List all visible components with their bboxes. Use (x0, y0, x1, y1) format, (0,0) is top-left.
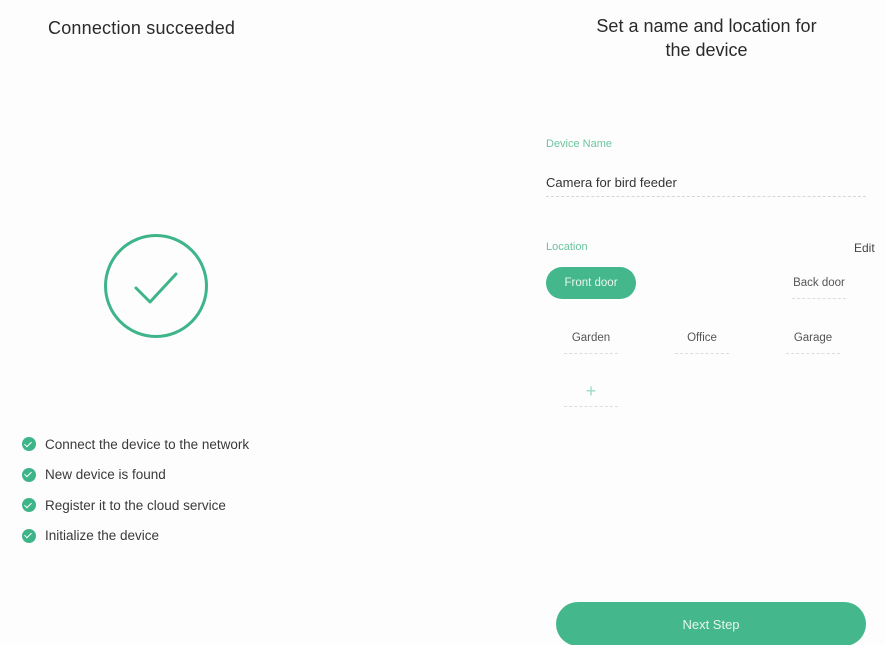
step-label: Connect the device to the network (45, 436, 250, 452)
check-badge-icon (22, 498, 36, 513)
connection-title: Connection succeeded (48, 18, 236, 38)
step-initialize-device: Initialize the device (22, 521, 249, 552)
check-circle-icon (104, 234, 208, 338)
progress-steps-list: Connect the device to the network New de… (22, 429, 249, 551)
step-label: Initialize the device (45, 528, 160, 544)
setup-title-line2: the device (665, 40, 748, 60)
add-location-button[interactable]: + (546, 375, 636, 407)
location-chip-office[interactable]: Office (657, 322, 747, 354)
check-badge-icon (22, 467, 36, 482)
device-name-input[interactable] (546, 168, 866, 197)
next-step-button[interactable]: Next Step (556, 602, 866, 645)
location-label: Location (546, 241, 588, 253)
location-chip-front-door[interactable]: Front door (546, 267, 636, 299)
edit-locations-link[interactable]: Edit (854, 241, 875, 255)
step-label: New device is found (45, 467, 166, 483)
step-label: Register it to the cloud service (45, 497, 226, 513)
location-chip-garden[interactable]: Garden (546, 322, 636, 354)
step-register-cloud: Register it to the cloud service (22, 490, 249, 521)
step-device-found: New device is found (22, 460, 249, 491)
device-name-label: Device Name (546, 138, 613, 150)
location-chip-garage[interactable]: Garage (768, 322, 858, 354)
step-connect-network: Connect the device to the network (22, 429, 249, 460)
setup-title-line1: Set a name and location for (596, 16, 817, 36)
check-badge-icon (22, 437, 36, 452)
setup-title: Set a name and location for the device (528, 14, 885, 62)
device-setup-panel: Set a name and location for the device D… (528, 0, 885, 645)
app-screen: Connection succeeded Connect the device … (0, 0, 885, 645)
check-badge-icon (22, 528, 36, 543)
location-chip-back-door[interactable]: Back door (774, 267, 864, 299)
connection-panel: Connection succeeded Connect the device … (0, 0, 440, 645)
